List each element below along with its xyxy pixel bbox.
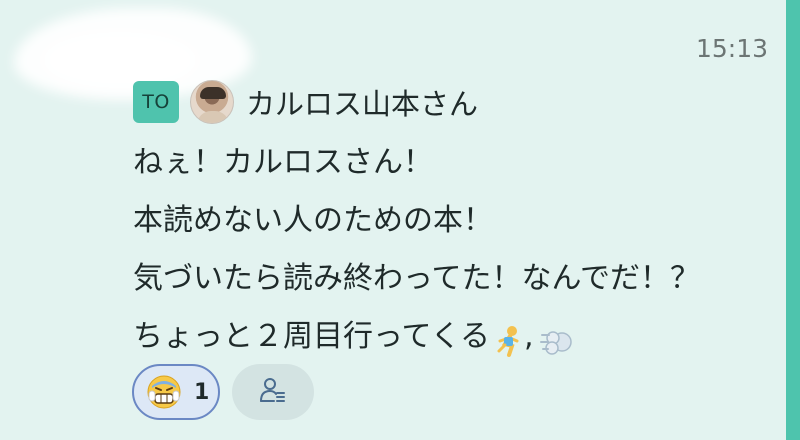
dash-emoji [539, 321, 572, 355]
reaction-count: 1 [194, 379, 210, 405]
reactions-bar: 1 [132, 364, 314, 420]
reaction-chip[interactable]: 1 [132, 364, 220, 420]
woman-running-emoji [492, 321, 524, 357]
message-line: ねぇ！カルロスさん！ [133, 145, 433, 180]
emoji-separator: , [524, 319, 534, 354]
mention-row: TO カルロス山本さん [133, 80, 478, 124]
message-line-text: ちょっと２周目行ってくる [133, 319, 490, 354]
message-line: 本読めない人のための本！ [133, 203, 493, 238]
grinning-sweat-face-emoji [146, 374, 182, 410]
message-line: 気づいたら読み終わってた！なんでだ！？ [133, 261, 700, 296]
message-line: ちょっと２周目行ってくる, [133, 308, 700, 366]
readers-button[interactable] [232, 364, 314, 420]
to-badge: TO [133, 81, 179, 123]
message-timestamp: 15:13 [695, 34, 768, 63]
message-body: ねぇ！カルロスさん！ 本読めない人のための本！ 気づいたら読み終わってた！なんで… [133, 134, 700, 366]
person-list-icon [259, 376, 287, 408]
recipient-name[interactable]: カルロス山本さん [246, 81, 478, 123]
thread-accent-bar [786, 0, 800, 440]
recipient-avatar[interactable] [190, 80, 234, 124]
